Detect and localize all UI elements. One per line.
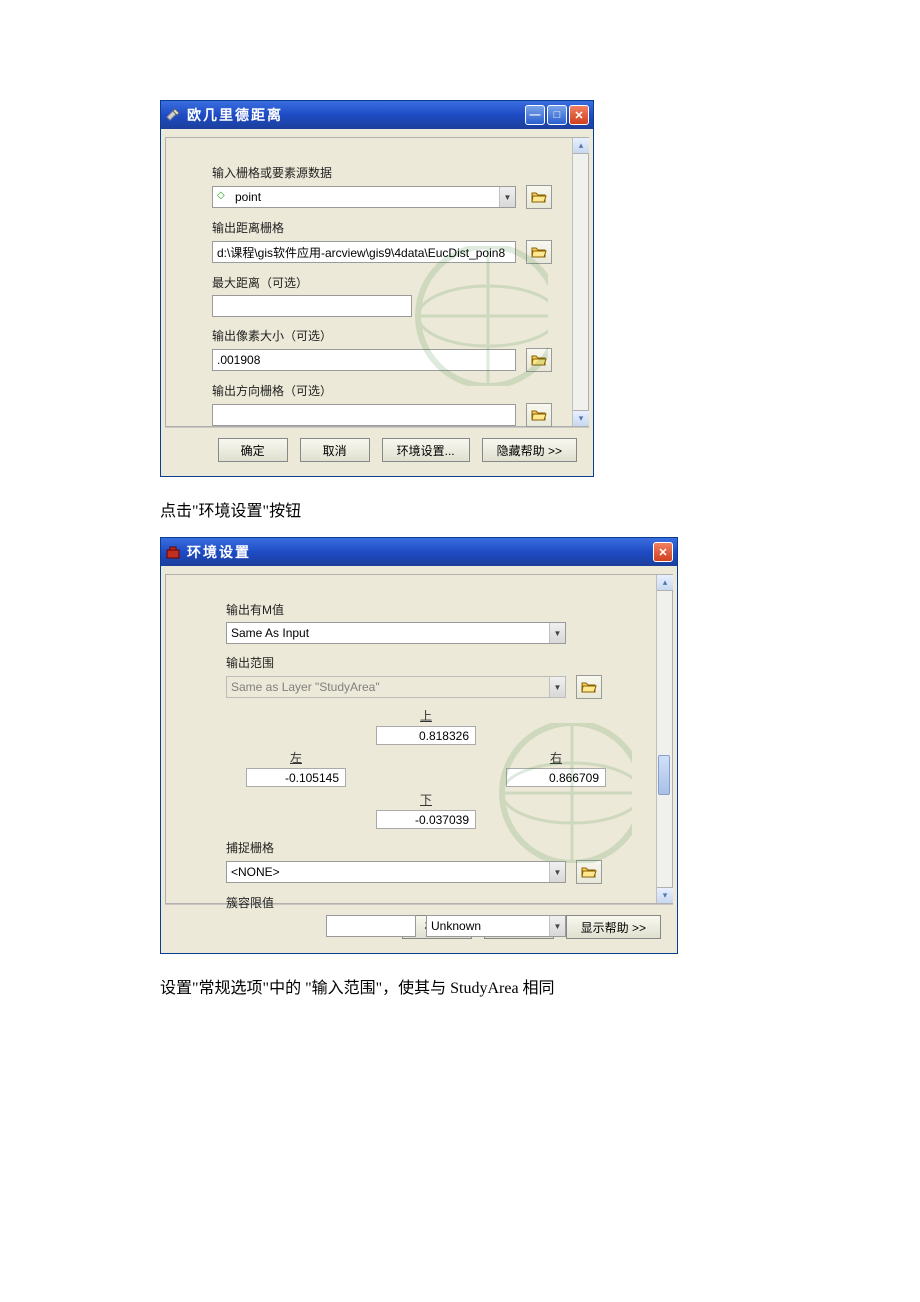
hide-help-button[interactable]: 隐藏帮助 >> bbox=[482, 438, 577, 462]
right-value[interactable]: 0.866709 bbox=[506, 768, 606, 787]
doc-text-2: 设置"常规选项"中的 "输入范围"，使其与 StudyArea 相同 bbox=[160, 974, 760, 998]
maximize-button[interactable]: □ bbox=[547, 105, 567, 125]
direction-raster-label: 输出方向栅格（可选） bbox=[212, 382, 552, 399]
chevron-down-icon[interactable]: ▼ bbox=[549, 677, 565, 697]
cancel-button[interactable]: 取消 bbox=[300, 438, 370, 462]
bottom-value[interactable]: -0.037039 bbox=[376, 810, 476, 829]
combo-value: Same as Layer "StudyArea" bbox=[231, 680, 547, 694]
cluster-unit-combo[interactable]: Unknown ▼ bbox=[426, 915, 566, 937]
chevron-down-icon[interactable]: ▼ bbox=[549, 862, 565, 882]
top-value[interactable]: 0.818326 bbox=[376, 726, 476, 745]
close-button[interactable]: ✕ bbox=[653, 542, 673, 562]
doc-text-1: 点击"环境设置"按钮 bbox=[160, 497, 760, 521]
browse-button[interactable] bbox=[526, 185, 552, 209]
left-label: 左 bbox=[290, 749, 302, 766]
window-title: 欧几里德距离 bbox=[187, 105, 525, 125]
right-label: 右 bbox=[550, 749, 562, 766]
input-source-combo[interactable]: ◇ point ▼ bbox=[212, 186, 516, 208]
close-button[interactable]: ✕ bbox=[569, 105, 589, 125]
cell-size-input[interactable]: .001908 bbox=[212, 349, 516, 371]
combo-value: Same As Input bbox=[231, 626, 547, 640]
output-raster-label: 输出距离栅格 bbox=[212, 219, 552, 236]
output-path-input[interactable]: d:\课程\gis软件应用-arcview\gis9\4data\EucDist… bbox=[212, 241, 516, 263]
euclidean-distance-window: 欧几里德距离 — □ ✕ ▴ ▾ 输入栅格或要素源数据 ◇ point ▼ bbox=[160, 100, 594, 477]
browse-button[interactable] bbox=[526, 240, 552, 264]
extent-label: 输出范围 bbox=[226, 654, 626, 671]
top-label: 上 bbox=[420, 707, 432, 724]
mvalue-combo[interactable]: Same As Input ▼ bbox=[226, 622, 566, 644]
snap-raster-combo[interactable]: <NONE> ▼ bbox=[226, 861, 566, 883]
input-source-label: 输入栅格或要素源数据 bbox=[212, 164, 552, 181]
mvalue-label: 输出有M值 bbox=[226, 601, 626, 618]
environment-button[interactable]: 环境设置... bbox=[382, 438, 470, 462]
chevron-down-icon[interactable]: ▼ bbox=[549, 916, 565, 936]
scroll-up-icon[interactable]: ▴ bbox=[657, 575, 673, 591]
left-value[interactable]: -0.105145 bbox=[246, 768, 346, 787]
scroll-up-icon[interactable]: ▴ bbox=[573, 138, 589, 154]
toolbox-icon bbox=[165, 544, 181, 560]
extent-grid: 上 0.818326 左 -0.105145 右 0.866709 bbox=[226, 707, 626, 829]
environment-settings-window: 环境设置 ✕ ▴ ▾ 输出有M值 Same As Input ▼ 输出范围 bbox=[160, 537, 678, 954]
combo-value: <NONE> bbox=[231, 865, 547, 879]
cluster-tolerance-label: 簇容限值 bbox=[226, 894, 626, 911]
browse-button[interactable] bbox=[576, 860, 602, 884]
bottom-label: 下 bbox=[420, 791, 432, 808]
chevron-down-icon[interactable]: ▼ bbox=[549, 623, 565, 643]
scrollbar[interactable]: ▴ ▾ bbox=[656, 575, 672, 903]
hammer-icon bbox=[165, 107, 181, 123]
scroll-down-icon[interactable]: ▾ bbox=[657, 887, 673, 903]
cell-size-label: 输出像素大小（可选） bbox=[212, 327, 552, 344]
snap-raster-label: 捕捉栅格 bbox=[226, 839, 626, 856]
browse-button[interactable] bbox=[526, 348, 552, 372]
layer-icon: ◇ bbox=[217, 190, 231, 204]
titlebar[interactable]: 环境设置 ✕ bbox=[161, 538, 677, 566]
direction-raster-input[interactable] bbox=[212, 404, 516, 426]
scrollbar[interactable]: ▴ ▾ bbox=[572, 138, 588, 426]
browse-button[interactable] bbox=[576, 675, 602, 699]
chevron-down-icon[interactable]: ▼ bbox=[499, 187, 515, 207]
combo-value: Unknown bbox=[431, 919, 547, 933]
scroll-down-icon[interactable]: ▾ bbox=[573, 410, 589, 426]
max-distance-label: 最大距离（可选） bbox=[212, 274, 552, 291]
minimize-button[interactable]: — bbox=[525, 105, 545, 125]
scroll-thumb[interactable] bbox=[658, 755, 670, 795]
ok-button[interactable]: 确定 bbox=[218, 438, 288, 462]
max-distance-input[interactable] bbox=[212, 295, 412, 317]
browse-button[interactable] bbox=[526, 403, 552, 427]
extent-combo[interactable]: Same as Layer "StudyArea" ▼ bbox=[226, 676, 566, 698]
titlebar[interactable]: 欧几里德距离 — □ ✕ bbox=[161, 101, 593, 129]
window-title: 环境设置 bbox=[187, 542, 653, 562]
combo-value: point bbox=[235, 190, 497, 204]
cluster-value-input[interactable] bbox=[326, 915, 416, 937]
